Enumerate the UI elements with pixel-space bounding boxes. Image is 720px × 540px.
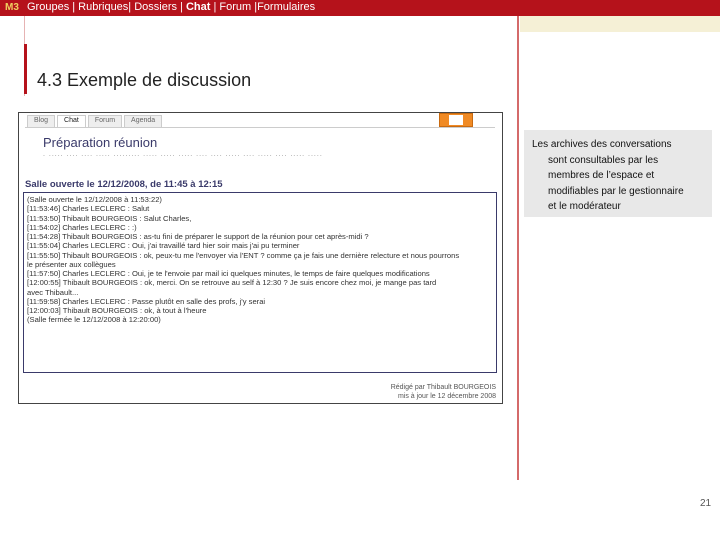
note-box: Les archives des conversations sont cons…: [524, 130, 712, 217]
chat-log-line: [12:00:03] Thibault BOURGEOIS : ok, à to…: [27, 306, 207, 315]
chat-log-line: [11:55:04] Charles LECLERC : Oui, j'ai t…: [27, 241, 300, 251]
tab-underline: [25, 127, 495, 128]
title-accent-bar: [24, 44, 27, 94]
note-line: et le modérateur: [548, 201, 621, 212]
chat-log-line: [11:53:50] Thibault BOURGEOIS : Salut Ch…: [27, 213, 192, 223]
session-header: Salle ouverte le 12/12/2008, de 11:45 à …: [25, 179, 223, 190]
tab-forum[interactable]: Forum: [87, 115, 123, 127]
note-line: sont consultables par les: [548, 154, 659, 166]
chat-log-line: (Salle ouverte le 12/12/2008 à 11:53:22): [27, 195, 162, 204]
note-line: membres de l’espace et: [548, 170, 655, 181]
updated-line: mis à jour le 12 décembre 2008: [397, 393, 496, 400]
nav-links-before[interactable]: Groupes | Rubriques| Dossiers |: [27, 1, 186, 13]
tab-blog[interactable]: Blog: [27, 115, 56, 127]
chat-log-line: [11:59:58] Charles LECLERC : Passe plutô…: [27, 296, 266, 306]
chat-log-line: [11:57:50] Charles LECLERC : Oui, je te …: [27, 269, 430, 278]
chat-log-line: le présenter aux collègues: [27, 259, 116, 269]
nav-item-chat[interactable]: Chat: [186, 1, 210, 13]
chat-log-line: (Salle fermée le 12/12/2008 à 12:20:00): [27, 315, 161, 325]
note-line: modifiables par le gestionnaire: [548, 185, 684, 197]
screenshot-footer: Rédigé par Thibault BOURGEOIS mis à jour…: [391, 383, 496, 401]
slide-title: 4.3 Exemple de discussion: [37, 70, 252, 90]
chat-log-line: avec Thibault...: [27, 287, 79, 297]
envelope-icon[interactable]: [439, 113, 473, 127]
note-first-line: Les archives des conversations: [532, 139, 672, 150]
chat-log-line: [11:54:28] Thibault BOURGEOIS : as-tu fi…: [27, 232, 369, 241]
chat-log-line: [12:00:55] Thibault BOURGEOIS : ok, merc…: [27, 278, 437, 288]
chat-room-heading: Préparation réunion: [43, 135, 158, 150]
author-line: Rédigé par Thibault BOURGEOIS: [390, 384, 496, 391]
page-number: 21: [700, 498, 712, 509]
chat-log: (Salle ouverte le 12/12/2008 à 11:53:22)…: [23, 192, 497, 373]
tab-chat[interactable]: Chat: [57, 115, 86, 127]
chat-log-line: [11:55:50] Thibault BOURGEOIS : ok, peux…: [27, 250, 460, 260]
chat-log-line: [11:54:02] Charles LECLERC : :): [27, 222, 137, 232]
chat-log-line: [11:53:46] Charles LECLERC : Salut: [27, 204, 150, 214]
right-divider: [517, 16, 519, 480]
nav-links: Groupes | Rubriques| Dossiers | Chat | F…: [27, 1, 315, 13]
screenshot-tabs: Blog Chat Forum Agenda: [27, 115, 163, 127]
chat-room-subtitle: . ..... .... .... ..... ......... ..... …: [43, 151, 323, 158]
module-badge: M3: [5, 2, 19, 13]
cream-strip: [520, 16, 720, 32]
tab-agenda[interactable]: Agenda: [124, 115, 163, 127]
top-navigation-bar: M3 Groupes | Rubriques| Dossiers | Chat …: [0, 0, 720, 16]
chat-archive-screenshot: Blog Chat Forum Agenda Préparation réuni…: [18, 112, 503, 404]
nav-links-after[interactable]: | Forum |Formulaires: [210, 1, 315, 13]
